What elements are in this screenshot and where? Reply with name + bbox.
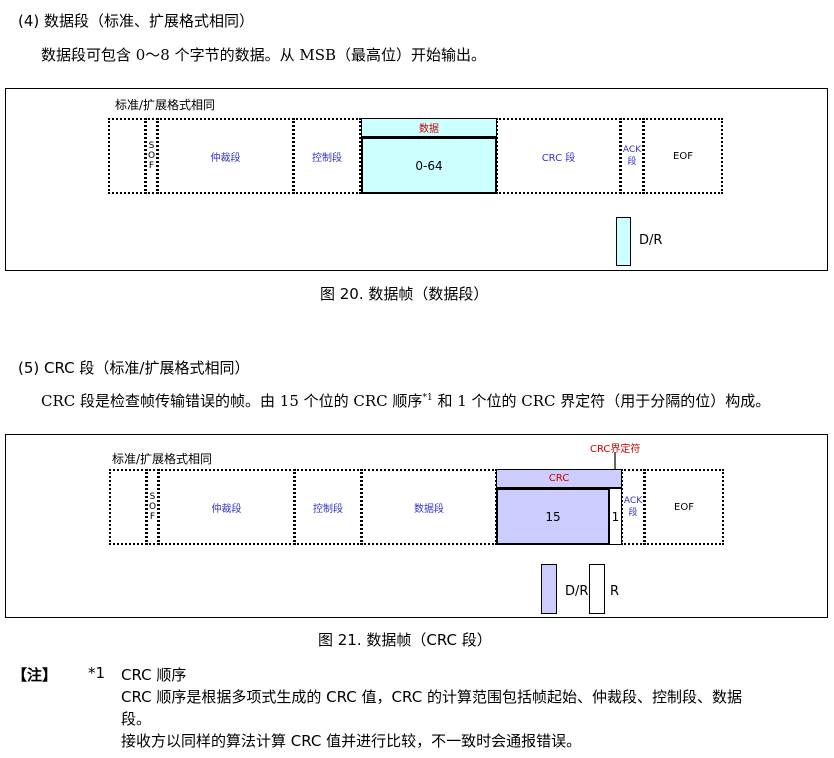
fig21-r-label: R (610, 584, 620, 599)
fig20-data-segment: 0-64 (361, 137, 497, 194)
fig21-dr-label: D/R (565, 584, 589, 599)
data-label: 数据段 (414, 503, 444, 515)
fig21-r-bar (589, 564, 605, 614)
ack-label: 段 (628, 508, 638, 518)
fig20-arbitration-segment: 仲裁段 (157, 118, 294, 194)
sof-letter: S (149, 492, 156, 502)
fig20-idle-segment (108, 118, 146, 194)
fig21-ack-segment: ACK 段 (621, 469, 645, 545)
control-label: 控制段 (313, 503, 343, 515)
sof-letter: O (148, 502, 157, 512)
note-line-1: CRC 顺序是根据多项式生成的 CRC 值，CRC 的计算范围包括帧起始、仲裁段… (121, 688, 742, 706)
crc-delimiter-bits: 1 (611, 509, 620, 524)
note-line-2: 段。 (121, 710, 152, 728)
sof-letter: O (147, 151, 156, 161)
eof-label: EOF (674, 501, 694, 513)
ack-label: ACK (622, 145, 642, 155)
section-4-text: 数据段可包含 0～8 个字节的数据。从 MSB（最高位）开始输出。 (41, 46, 487, 64)
note-title: CRC 顺序 (121, 666, 187, 684)
section-4-heading: (4) 数据段（标准、扩展格式相同） (18, 12, 255, 30)
figure-21-caption: 图 21. 数据帧（CRC 段） (318, 631, 492, 649)
fig21-data-segment: 数据段 (361, 469, 497, 545)
note-line-3: 接收方以同样的算法计算 CRC 值并进行比较，不一致时会通报错误。 (121, 732, 582, 750)
note-tag: 【注】 (12, 666, 58, 684)
fig20-eof-segment: EOF (643, 118, 723, 194)
crc-label: CRC 段 (541, 152, 576, 164)
fig21-arbitration-segment: 仲裁段 (158, 469, 295, 545)
data-top-label: 数据 (419, 124, 439, 135)
fig21-dr-bar (541, 564, 557, 614)
fig20-crc-segment: CRC 段 (496, 118, 621, 194)
arbitration-label: 仲裁段 (211, 503, 242, 515)
fig20-data-header: 数据 (361, 118, 497, 137)
fig21-crc-header: CRC (496, 469, 622, 488)
figure-20-box-title: 标准/扩展格式相同 (115, 98, 216, 112)
fig20-ack-segment: ACK 段 (620, 118, 644, 194)
ack-label: 段 (627, 157, 637, 167)
control-label: 控制段 (312, 152, 342, 164)
footnote-ref: *1 (422, 393, 433, 403)
fig20-dr-bar (616, 217, 631, 266)
sof-letter: F (148, 161, 155, 171)
crc-sequence-bits: 15 (545, 509, 561, 524)
figure-20-caption: 图 20. 数据帧（数据段） (320, 285, 489, 303)
section-5-text: CRC 段是检查帧传输错误的帧。由 15 个位的 CRC 顺序*1 和 1 个位… (41, 392, 771, 410)
arbitration-label: 仲裁段 (210, 152, 241, 164)
figure-21-box-title: 标准/扩展格式相同 (112, 452, 213, 466)
ack-label: ACK (623, 496, 643, 506)
sof-letter: F (149, 512, 156, 522)
fig21-idle-segment (109, 469, 147, 545)
note-number: *1 (88, 664, 106, 682)
fig21-crc-sequence: 15 (496, 488, 610, 545)
data-length-label: 0-64 (415, 158, 443, 173)
fig20-dr-label: D/R (639, 233, 663, 248)
fig20-control-segment: 控制段 (293, 118, 361, 194)
fig21-eof-segment: EOF (644, 469, 724, 545)
crc-top-label: CRC (548, 473, 570, 484)
section-5-heading: (5) CRC 段（标准/扩展格式相同） (18, 359, 250, 377)
sof-letter: S (148, 141, 155, 151)
fig21-control-segment: 控制段 (294, 469, 362, 545)
eof-label: EOF (673, 150, 693, 162)
